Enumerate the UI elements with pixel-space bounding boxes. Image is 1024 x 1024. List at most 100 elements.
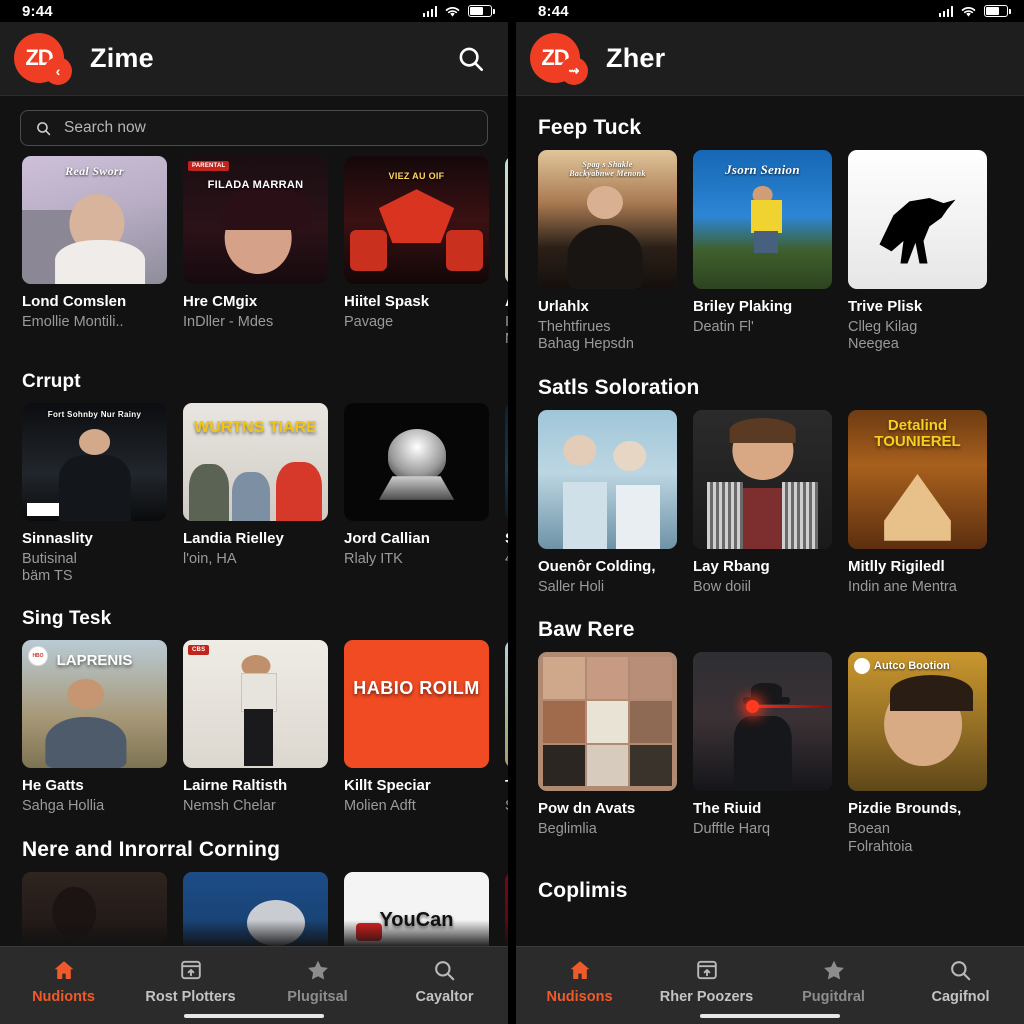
list-item[interactable]: Ouenôr Colding, Saller Holi [538, 410, 677, 596]
nav-item-home[interactable]: Nudionts [0, 957, 127, 1005]
faces-grid [543, 657, 672, 787]
item-title: Killt Speciar [344, 777, 431, 795]
item-subtitle: Sahga Hollia [22, 797, 105, 814]
item-title: The Riuid [693, 800, 762, 818]
list-item[interactable]: Real Sworr Lond Comslen Emollie Montili.… [22, 156, 167, 349]
search-bar-region: Search now [0, 96, 508, 156]
artwork-overlay-text: Fort Sohnby Nur Rainy [47, 410, 142, 420]
artwork-badge: CBS [188, 645, 210, 656]
nav-item-favorites[interactable]: Plugitsal [254, 957, 381, 1005]
list-item[interactable]: HABIO ROILM Killt Speciar Molien Adft [344, 640, 489, 815]
nav-label: Rost Plotters [145, 989, 236, 1005]
thumbnail [848, 150, 987, 289]
laser-beam [746, 701, 830, 712]
thumbnail [538, 410, 677, 550]
item-title: Landia Rielley [183, 530, 284, 548]
search-icon [948, 957, 973, 983]
section-header: Coplimis [538, 878, 628, 902]
card-row[interactable]: Real Sworr Lond Comslen Emollie Montili.… [0, 156, 508, 355]
list-item[interactable]: Detalind TOUNIEREL Mitlly Rigiledl Indin… [848, 410, 987, 596]
thumbnail: HBO [505, 640, 508, 769]
item-title: Hiitel Spask [344, 293, 430, 310]
nav-item-posters[interactable]: Rher Poozers [643, 957, 770, 1005]
list-item[interactable]: Trive Plisk Clleg Kilag Neegea [848, 150, 987, 354]
item-title: Briley Plaking [693, 298, 793, 315]
arrow-badge-icon[interactable]: ⇝ [560, 56, 588, 85]
card-row[interactable]: Ouenôr Colding, Saller Holi Lay Rbang Bo… [516, 410, 1024, 602]
nav-item-posters[interactable]: Rost Plotters [127, 957, 254, 1005]
item-title: Urlahlx [538, 298, 589, 315]
left-scroll-content[interactable]: Search now Real Sworr Lond Comslen Emoll… [0, 96, 508, 1024]
back-chevron-icon[interactable]: ‹ [44, 56, 72, 85]
list-item[interactable]: Autco Bootion Pizdie Brounds, Boean Folr… [848, 652, 987, 856]
item-title: Lay Rbang [693, 558, 770, 576]
item-subtitle: Rlaly ITK [344, 550, 403, 567]
list-item[interactable]: Jsorn Senion Briley Plaking Deatin Fl' [693, 150, 832, 354]
item-title: Trive Plisk [848, 298, 923, 315]
artwork-overlay-text: WURTNS TIARE [194, 418, 317, 436]
bottom-navigation: Nudionts Rost Plotters Plugitsal Cayalto… [0, 946, 508, 1024]
list-item[interactable]: Spag s Shakle Backyabnwe Menonk Urlahlx … [538, 150, 677, 354]
nav-item-search[interactable]: Cagifnol [897, 957, 1024, 1005]
list-item[interactable]: A S Inte Mil [505, 156, 508, 349]
app-header: ZD ⇝ Zher [516, 22, 1024, 96]
card-row[interactable]: LAPRENIS HBO He Gatts Sahga Hollia CBS L… [0, 640, 508, 821]
nav-item-search[interactable]: Cayaltor [381, 957, 508, 1005]
item-subtitle: Pavage [344, 313, 394, 330]
nav-item-home[interactable]: Nudisons [516, 957, 643, 1005]
thumbnail: HABIO ROILM [344, 640, 489, 769]
item-subtitle: Bow doiil [693, 578, 752, 595]
thumbnail: Jsorn Senion [693, 150, 832, 289]
list-item[interactable]: VIEZ AU OIF Hiitel Spask Pavage [344, 156, 489, 349]
section-header: Sing Tesk [22, 608, 112, 630]
hamburger-menu-icon[interactable] [968, 47, 1002, 70]
search-icon[interactable] [456, 44, 486, 74]
list-item[interactable]: HBO The Shu [505, 640, 508, 815]
list-item[interactable]: Fort Sohnby Nur Rainy Sinnaslity Butisin… [22, 403, 167, 586]
item-subtitle: Clleg Kilag Neegea [848, 318, 918, 353]
card-row[interactable]: Fort Sohnby Nur Rainy Sinnaslity Butisin… [0, 403, 508, 592]
artwork-overlay-text: Real Sworr [65, 164, 124, 178]
upload-box-icon [695, 957, 719, 983]
thumbnail [693, 652, 832, 792]
list-item[interactable]: CBS Lairne Raltisth Nemsh Chelar [183, 640, 328, 815]
thumbnail: VIEZ AU OIF [344, 156, 489, 284]
wifi-icon [445, 6, 460, 17]
star-icon [305, 957, 331, 983]
card-row[interactable]: Spag s Shakle Backyabnwe Menonk Urlahlx … [516, 150, 1024, 360]
artwork-overlay-text: Detalind TOUNIEREL [874, 417, 961, 451]
app-logo[interactable]: ZD ⇝ [530, 31, 592, 87]
item-title: Jord Callian [344, 530, 430, 548]
list-item[interactable]: Sin 4di [505, 403, 508, 586]
list-item[interactable]: Pow dn Avats Beglimlia [538, 652, 677, 856]
list-item[interactable]: WURTNS TIARE Landia Rielley l'oin, HA [183, 403, 328, 586]
item-subtitle: Dufftle Harq [693, 821, 771, 838]
nav-label: Nudisons [546, 989, 613, 1005]
app-logo[interactable]: ZD ‹ [14, 31, 76, 87]
section-header: Nere and Inrorral Corning [22, 837, 281, 861]
panel-divider [508, 0, 516, 1024]
list-item[interactable]: The Riuid Dufftle Harq [693, 652, 832, 856]
nav-label: Cagifnol [931, 989, 990, 1005]
item-title: Pizdie Brounds, [848, 800, 962, 818]
item-subtitle: Emollie Montili.. [22, 313, 124, 330]
list-item[interactable]: Lay Rbang Bow doiil [693, 410, 832, 596]
right-scroll-content[interactable]: Feep Tuck Spag s Shakle Backyabnwe Menon… [516, 96, 1024, 1024]
thumbnail [505, 403, 508, 522]
list-item[interactable]: LAPRENIS HBO He Gatts Sahga Hollia [22, 640, 167, 815]
section-header: Satls Soloration [538, 376, 700, 400]
search-input[interactable]: Search now [20, 110, 488, 146]
nav-item-favorites[interactable]: Pugitdral [770, 957, 897, 1005]
item-title: Lairne Raltisth [183, 777, 288, 795]
artwork-overlay-text: Autco Bootion [874, 660, 950, 673]
item-title: Pow dn Avats [538, 800, 636, 818]
item-subtitle: InDller - Mdes [183, 313, 274, 330]
item-title: He Gatts [22, 777, 84, 795]
item-subtitle: 4di [505, 551, 508, 569]
list-item[interactable]: PARENTAL FILADA MARRAN Hre CMgix InDller… [183, 156, 328, 349]
star-icon [821, 957, 847, 983]
item-title: Ouenôr Colding, [538, 558, 656, 576]
list-item[interactable]: Jord Callian Rlaly ITK [344, 403, 489, 586]
card-row[interactable]: Pow dn Avats Beglimlia The Riuid Dufftle… [516, 652, 1024, 862]
nav-label: Nudionts [32, 989, 95, 1005]
